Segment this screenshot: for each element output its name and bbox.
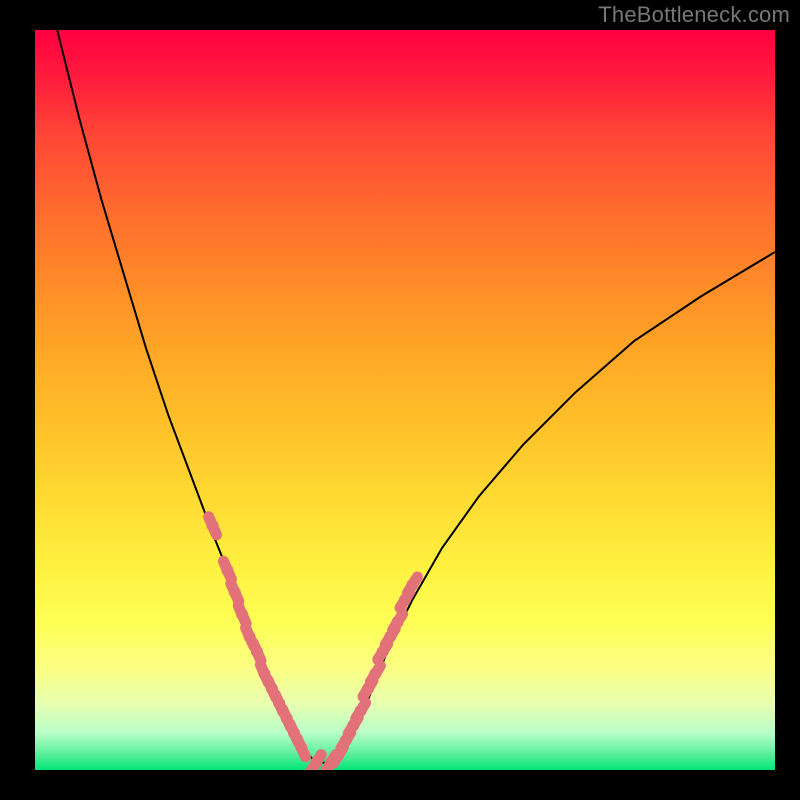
marker-dot (406, 579, 418, 591)
watermark-text: TheBottleneck.com (598, 2, 790, 28)
marker-dot (207, 520, 219, 532)
marker-dot (392, 616, 404, 628)
marker-dot (295, 742, 307, 754)
curve-svg (35, 30, 775, 770)
marker-dot (369, 668, 381, 680)
plot-area (35, 30, 775, 770)
marker-dot (236, 609, 248, 621)
marker-dot (229, 586, 241, 598)
bottleneck-curve (57, 30, 775, 763)
marker-dot (310, 757, 322, 769)
marker-dot (355, 705, 367, 717)
marker-group (207, 517, 419, 770)
chart-frame: TheBottleneck.com (0, 0, 800, 800)
marker-dot (221, 564, 233, 576)
marker-dot (251, 646, 263, 658)
